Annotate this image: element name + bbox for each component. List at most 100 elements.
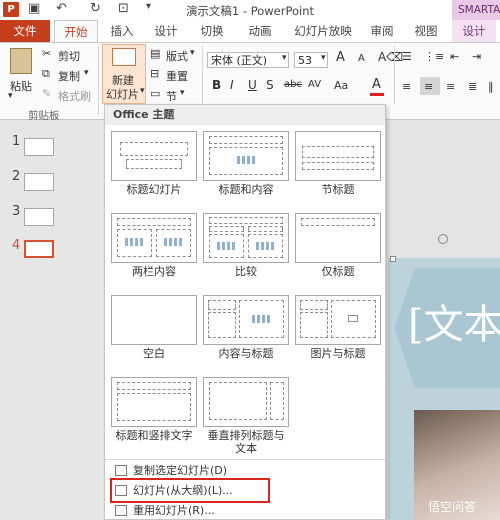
tab-transitions[interactable]: 切换 — [192, 20, 232, 42]
slide-number: 2 — [12, 169, 21, 184]
layout-label: 垂直排列标题与 — [207, 429, 285, 442]
duplicate-slides-icon — [115, 465, 127, 476]
layout-two-content[interactable] — [111, 213, 197, 263]
character-spacing-button[interactable]: AV — [308, 79, 321, 90]
slide-thumbnail-3[interactable] — [24, 208, 54, 226]
format-painter-icon[interactable]: ✎ — [42, 87, 51, 100]
copy-icon[interactable]: ⧉ — [42, 67, 50, 81]
tab-smartart-design[interactable]: 设计 — [452, 20, 496, 42]
layout-section-header[interactable] — [295, 131, 381, 181]
format-painter-button[interactable]: 格式刷 — [58, 88, 91, 104]
slide-thumbnail-pane: 1 2 3 4 — [0, 120, 104, 520]
new-slide-icon — [112, 48, 136, 66]
increase-indent-icon[interactable]: ⇥ — [472, 50, 481, 63]
tab-design[interactable]: 设计 — [148, 20, 184, 42]
layout-title-only[interactable] — [295, 213, 381, 263]
copy-dropdown-icon[interactable]: ▾ — [84, 68, 89, 78]
tab-file[interactable]: 文件 — [0, 20, 50, 42]
section-button[interactable]: 节 — [166, 88, 177, 104]
reset-button[interactable]: 重置 — [166, 68, 188, 84]
align-center-icon[interactable]: ≡ — [424, 80, 433, 93]
decrease-indent-icon[interactable]: ⇤ — [450, 50, 459, 63]
resize-handle[interactable] — [390, 256, 396, 262]
menu-divider — [105, 459, 385, 460]
layout-label: 标题和竖排文字 — [115, 429, 193, 442]
font-color-bar — [370, 93, 384, 96]
section-dropdown-icon[interactable]: ▾ — [180, 88, 185, 98]
layout-label: 两栏内容 — [132, 265, 176, 278]
shadow-button[interactable]: S — [266, 78, 274, 92]
new-slide-dropdown-icon[interactable]: ▾ — [140, 86, 145, 96]
title-bar: P ▣ ↶ ↻ ⊡ ▾ 演示文稿1 - PowerPoint SMARTA — [0, 0, 500, 20]
group-divider — [394, 46, 395, 104]
slide-number: 1 — [12, 134, 21, 149]
menu-item-label: 复制选定幻灯片(D) — [133, 464, 228, 477]
cut-button[interactable]: 剪切 — [58, 48, 80, 64]
bold-button[interactable]: B — [212, 78, 221, 92]
tab-review[interactable]: 审阅 — [364, 20, 400, 42]
reset-icon: ⊟ — [150, 67, 160, 80]
layout-label: 标题幻灯片 — [126, 183, 182, 196]
layout-content-with-caption[interactable] — [203, 295, 289, 345]
slide-thumbnail-4-selected[interactable] — [24, 240, 54, 258]
justify-icon[interactable]: ≣ — [468, 80, 477, 93]
paste-icon[interactable] — [10, 48, 32, 74]
clear-formatting-icon[interactable]: A⌫ — [378, 50, 403, 64]
paste-dropdown-icon[interactable]: ▾ — [8, 91, 13, 101]
strikethrough-button[interactable]: abc — [284, 79, 302, 90]
font-color-button[interactable]: A — [372, 77, 381, 92]
copy-button[interactable]: 复制 — [58, 68, 80, 84]
font-name-dropdown-icon[interactable]: ▾ — [282, 53, 287, 63]
tab-insert[interactable]: 插入 — [104, 20, 140, 42]
layout-comparison[interactable] — [203, 213, 289, 263]
slide-number: 3 — [12, 204, 21, 219]
tab-slideshow[interactable]: 幻灯片放映 — [288, 20, 358, 42]
layout-label: 空白 — [143, 347, 165, 360]
menu-item-label: 重用幻灯片(R)... — [133, 504, 215, 517]
layout-title-slide[interactable] — [111, 131, 197, 181]
slide-thumbnail-2[interactable] — [24, 173, 54, 191]
layout-label: 比较 — [235, 265, 257, 278]
font-name-combo[interactable]: 宋体 (正文) — [207, 52, 289, 68]
new-slide-label-2: 幻灯片 — [106, 88, 139, 101]
highlight-box — [110, 478, 270, 503]
slide-thumbnail-1[interactable] — [24, 138, 54, 156]
tab-home[interactable]: 开始 — [54, 20, 98, 42]
rotate-handle-icon[interactable] — [438, 234, 448, 244]
cut-icon[interactable]: ✂ — [42, 47, 51, 60]
layout-title-content[interactable] — [203, 131, 289, 181]
columns-icon[interactable]: ‖ — [488, 80, 494, 93]
shrink-font-button[interactable]: A — [358, 53, 365, 64]
bullets-icon[interactable]: ☰ — [402, 50, 412, 63]
layout-label-line2: 文本 — [235, 442, 257, 455]
layout-dropdown-icon[interactable]: ▾ — [190, 48, 195, 58]
context-tab-smartart[interactable]: SMARTA — [452, 0, 500, 20]
watermark-text: 悟空问答 — [428, 500, 477, 514]
reuse-slides-icon — [115, 505, 127, 516]
layout-blank[interactable] — [111, 295, 197, 345]
gallery-header: Office 主题 — [105, 105, 385, 125]
tab-animations[interactable]: 动画 — [240, 20, 280, 42]
numbering-icon[interactable]: ⋮≡ — [424, 50, 444, 63]
group-divider — [202, 46, 203, 104]
grow-font-button[interactable]: A — [336, 50, 345, 65]
slide-number: 4 — [12, 238, 21, 253]
paste-button[interactable]: 粘贴 — [10, 78, 32, 94]
layout-button[interactable]: 版式 — [166, 48, 188, 64]
align-right-icon[interactable]: ≡ — [446, 80, 455, 93]
layout-label: 图片与标题 — [310, 347, 366, 360]
underline-button[interactable]: U — [248, 78, 257, 92]
change-case-button[interactable]: Aa — [334, 79, 348, 92]
layout-picture-with-caption[interactable] — [295, 295, 381, 345]
layout-title-vertical-text[interactable] — [111, 377, 197, 427]
font-size-dropdown-icon[interactable]: ▾ — [321, 53, 326, 63]
align-left-icon[interactable]: ≡ — [402, 80, 411, 93]
layout-vertical-title-text[interactable] — [203, 377, 289, 427]
layout-icon: ▤ — [150, 47, 161, 60]
tab-view[interactable]: 视图 — [408, 20, 444, 42]
slide-placeholder-text[interactable]: [文本 — [408, 292, 500, 350]
layout-label: 仅标题 — [321, 265, 355, 278]
window-title: 演示文稿1 - PowerPoint — [185, 4, 315, 18]
reuse-slides-menu-item[interactable]: 重用幻灯片(R)... — [105, 501, 385, 520]
italic-button[interactable]: I — [230, 78, 234, 92]
